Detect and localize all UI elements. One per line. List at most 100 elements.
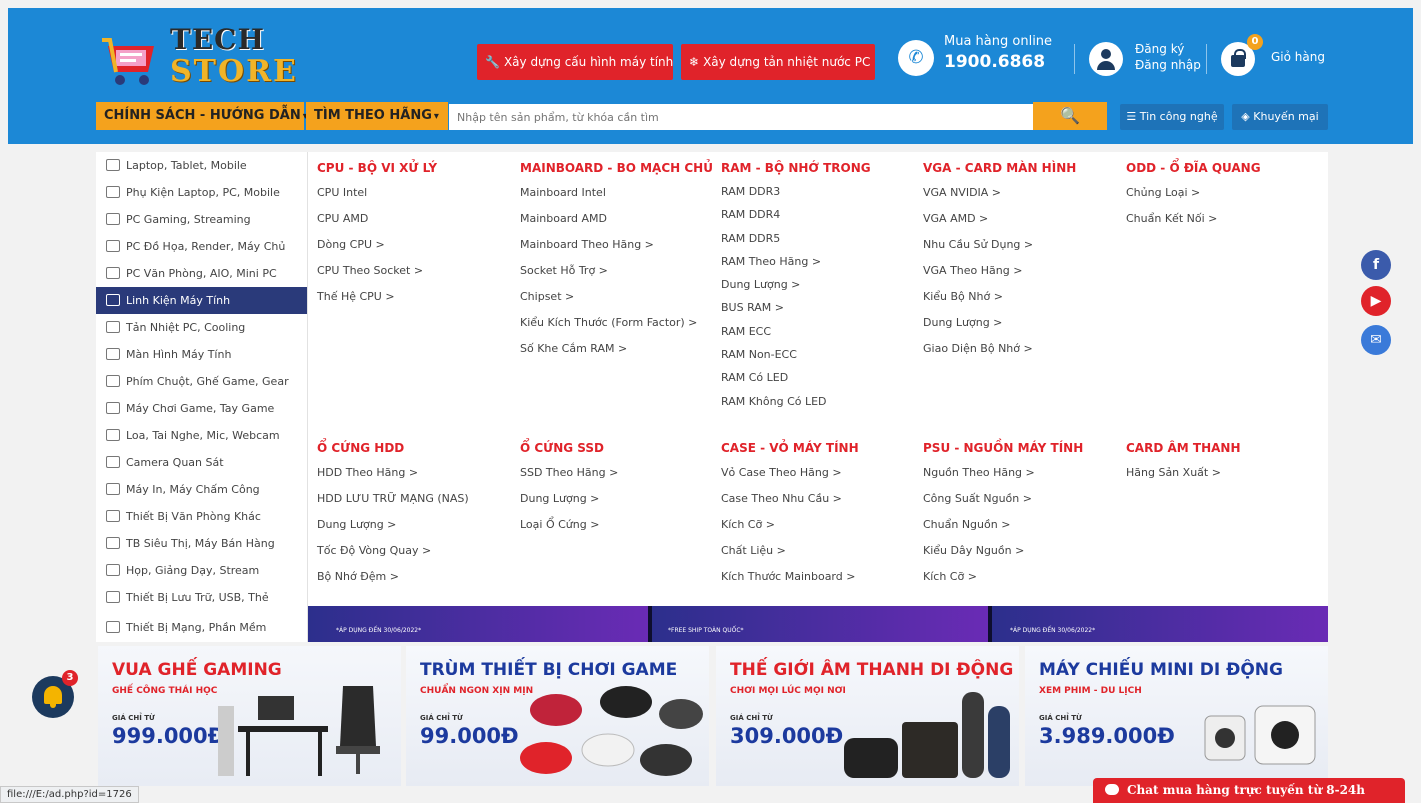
menu-link[interactable]: Giao Diện Bộ Nhớ >	[923, 336, 1123, 362]
menu-heading[interactable]: RAM - BỘ NHỚ TRONG	[721, 156, 921, 180]
menu-link[interactable]: Hãng Sản Xuất >	[1126, 460, 1326, 486]
sidebar-item-gear[interactable]: Phím Chuột, Ghế Game, Gear	[96, 368, 307, 395]
menu-link[interactable]: Số Khe Cắm RAM >	[520, 336, 720, 362]
menu-heading[interactable]: CPU - BỘ VI XỬ LÝ	[317, 156, 517, 180]
promotion-link[interactable]: ◈ Khuyến mại	[1232, 104, 1328, 130]
sidebar-item-pc-office[interactable]: PC Văn Phòng, AIO, Mini PC	[96, 260, 307, 287]
menu-link[interactable]: Kiểu Kích Thước (Form Factor) >	[520, 310, 720, 336]
menu-link[interactable]: CPU Intel	[317, 180, 517, 206]
youtube-icon[interactable]: ▶	[1361, 286, 1391, 316]
menu-link[interactable]: Dung Lượng >	[721, 273, 921, 296]
sidebar-item-meeting[interactable]: Họp, Giảng Dạy, Stream	[96, 557, 307, 584]
login-link[interactable]: Đăng nhập	[1135, 58, 1201, 72]
menu-link[interactable]: VGA AMD >	[923, 206, 1123, 232]
menu-link[interactable]: Bộ Nhớ Đệm >	[317, 564, 517, 590]
menu-link[interactable]: HDD LƯU TRỮ MẠNG (NAS)	[317, 486, 517, 512]
notification-button[interactable]: 3	[32, 670, 78, 718]
menu-link[interactable]: Tốc Độ Vòng Quay >	[317, 538, 517, 564]
sidebar-item-console[interactable]: Máy Chơi Game, Tay Game	[96, 395, 307, 422]
sidebar-item-camera[interactable]: Camera Quan Sát	[96, 449, 307, 476]
menu-link[interactable]: CPU Theo Socket >	[317, 258, 517, 284]
menu-link[interactable]: Nhu Cầu Sử Dụng >	[923, 232, 1123, 258]
menu-link[interactable]: Dung Lượng >	[520, 486, 720, 512]
sidebar-item-printer[interactable]: Máy In, Máy Chấm Công	[96, 476, 307, 503]
menu-link[interactable]: Loại Ổ Cứng >	[520, 512, 720, 538]
register-link[interactable]: Đăng ký	[1135, 42, 1184, 56]
menu-link[interactable]: Chuẩn Kết Nối >	[1126, 206, 1326, 232]
menu-link[interactable]: Nguồn Theo Hãng >	[923, 460, 1123, 486]
menu-link[interactable]: CPU AMD	[317, 206, 517, 232]
menu-heading[interactable]: VGA - CARD MÀN HÌNH	[923, 156, 1123, 180]
sidebar-item-laptop[interactable]: Laptop, Tablet, Mobile	[96, 152, 307, 179]
hotline[interactable]: ✆ Mua hàng online 1900.6868	[898, 30, 1068, 88]
menu-link[interactable]: Mainboard Intel	[520, 180, 720, 206]
sidebar-item-storage[interactable]: Thiết Bị Lưu Trữ, USB, Thẻ	[96, 584, 307, 611]
tech-news-link[interactable]: ☰ Tin công nghệ	[1120, 104, 1224, 130]
sidebar-item-retail[interactable]: TB Siêu Thị, Máy Bán Hàng	[96, 530, 307, 557]
menu-heading[interactable]: CASE - VỎ MÁY TÍNH	[721, 436, 921, 460]
menu-heading[interactable]: ODD - Ổ ĐĨA QUANG	[1126, 156, 1326, 180]
brand-dropdown[interactable]: TÌM THEO HÃNG ▾	[306, 102, 448, 130]
promo-banner-gaming-devices[interactable]: TRÙM THIẾT BỊ CHƠI GAME CHUẨN NGON XỊN M…	[406, 646, 709, 786]
menu-link[interactable]: Dòng CPU >	[317, 232, 517, 258]
menu-link[interactable]: RAM DDR5	[721, 227, 921, 250]
menu-link[interactable]: Kiểu Dây Nguồn >	[923, 538, 1123, 564]
search-input[interactable]	[449, 104, 1033, 130]
menu-link[interactable]: Vỏ Case Theo Hãng >	[721, 460, 921, 486]
slider-banner[interactable]: *FREE SHIP TOÀN QUỐC*	[652, 606, 988, 642]
menu-link[interactable]: Dung Lượng >	[923, 310, 1123, 336]
menu-link[interactable]: Kích Thước Mainboard >	[721, 564, 921, 590]
promo-banner-gaming-chair[interactable]: VUA GHẾ GAMING GHẾ CÔNG THÁI HỌC GIÁ CHỈ…	[98, 646, 401, 786]
menu-link[interactable]: RAM DDR4	[721, 203, 921, 226]
menu-heading[interactable]: Ổ CỨNG SSD	[520, 436, 720, 460]
menu-link[interactable]: SSD Theo Hãng >	[520, 460, 720, 486]
menu-link[interactable]: Chuẩn Nguồn >	[923, 512, 1123, 538]
messenger-icon[interactable]: ✉	[1361, 325, 1391, 355]
menu-link[interactable]: Kích Cỡ >	[923, 564, 1123, 590]
menu-link[interactable]: Chất Liệu >	[721, 538, 921, 564]
sidebar-item-pc-workstation[interactable]: PC Đồ Họa, Render, Máy Chủ	[96, 233, 307, 260]
site-logo[interactable]: TECH STORE	[102, 24, 302, 94]
sidebar-item-office-devices[interactable]: Thiết Bị Văn Phòng Khác	[96, 503, 307, 530]
promo-banner-mini-projector[interactable]: MÁY CHIẾU MINI DI ĐỘNG XEM PHIM - DU LỊC…	[1025, 646, 1328, 786]
menu-link[interactable]: VGA Theo Hãng >	[923, 258, 1123, 284]
policy-dropdown[interactable]: CHÍNH SÁCH - HƯỚNG DẪN▾	[96, 102, 308, 130]
menu-link[interactable]: Thế Hệ CPU >	[317, 284, 517, 310]
menu-link[interactable]: Kích Cỡ >	[721, 512, 921, 538]
menu-link[interactable]: RAM ECC	[721, 320, 921, 343]
facebook-icon[interactable]: f	[1361, 250, 1391, 280]
menu-heading[interactable]: Ổ CỨNG HDD	[317, 436, 517, 460]
slider-strip[interactable]: *ÁP DỤNG ĐẾN 30/06/2022* *FREE SHIP TOÀN…	[308, 606, 1328, 642]
sidebar-item-network[interactable]: Thiết Bị Mạng, Phần Mềm	[96, 614, 307, 641]
cart-button[interactable]: 0 Giỏ hàng	[1213, 30, 1328, 84]
menu-link[interactable]: Mainboard Theo Hãng >	[520, 232, 720, 258]
menu-link[interactable]: Công Suất Nguồn >	[923, 486, 1123, 512]
menu-link[interactable]: RAM Không Có LED	[721, 390, 921, 413]
menu-link[interactable]: RAM DDR3	[721, 180, 921, 203]
slider-banner[interactable]: *ÁP DỤNG ĐẾN 30/06/2022*	[308, 606, 648, 642]
menu-link[interactable]: Mainboard AMD	[520, 206, 720, 232]
sidebar-item-cooling[interactable]: Tản Nhiệt PC, Cooling	[96, 314, 307, 341]
menu-link[interactable]: Case Theo Nhu Cầu >	[721, 486, 921, 512]
menu-link[interactable]: RAM Non-ECC	[721, 343, 921, 366]
menu-link[interactable]: Dung Lượng >	[317, 512, 517, 538]
water-cooling-button[interactable]: ❄ Xây dựng tản nhiệt nước PC	[681, 44, 875, 80]
menu-link[interactable]: RAM Theo Hãng >	[721, 250, 921, 273]
search-button[interactable]: 🔍	[1033, 102, 1107, 130]
menu-link[interactable]: Kiểu Bộ Nhớ >	[923, 284, 1123, 310]
slider-banner[interactable]: *ÁP DỤNG ĐẾN 30/06/2022*	[992, 606, 1328, 642]
menu-link[interactable]: Chủng Loại >	[1126, 180, 1326, 206]
promo-banner-portable-audio[interactable]: THẾ GIỚI ÂM THANH DI ĐỘNG CHƠI MỌI LÚC M…	[716, 646, 1019, 786]
sidebar-item-pc-gaming[interactable]: PC Gaming, Streaming	[96, 206, 307, 233]
menu-link[interactable]: BUS RAM >	[721, 296, 921, 319]
sidebar-item-monitor[interactable]: Màn Hình Máy Tính	[96, 341, 307, 368]
menu-link[interactable]: VGA NVIDIA >	[923, 180, 1123, 206]
menu-link[interactable]: HDD Theo Hãng >	[317, 460, 517, 486]
build-pc-button[interactable]: 🔧 Xây dựng cấu hình máy tính	[477, 44, 673, 80]
menu-heading[interactable]: CARD ÂM THANH	[1126, 436, 1326, 460]
menu-link[interactable]: RAM Có LED	[721, 366, 921, 389]
menu-heading[interactable]: PSU - NGUỒN MÁY TÍNH	[923, 436, 1123, 460]
menu-link[interactable]: Socket Hỗ Trợ >	[520, 258, 720, 284]
sidebar-item-accessories[interactable]: Phụ Kiện Laptop, PC, Mobile	[96, 179, 307, 206]
sidebar-item-components[interactable]: Linh Kiện Máy Tính	[96, 287, 307, 314]
